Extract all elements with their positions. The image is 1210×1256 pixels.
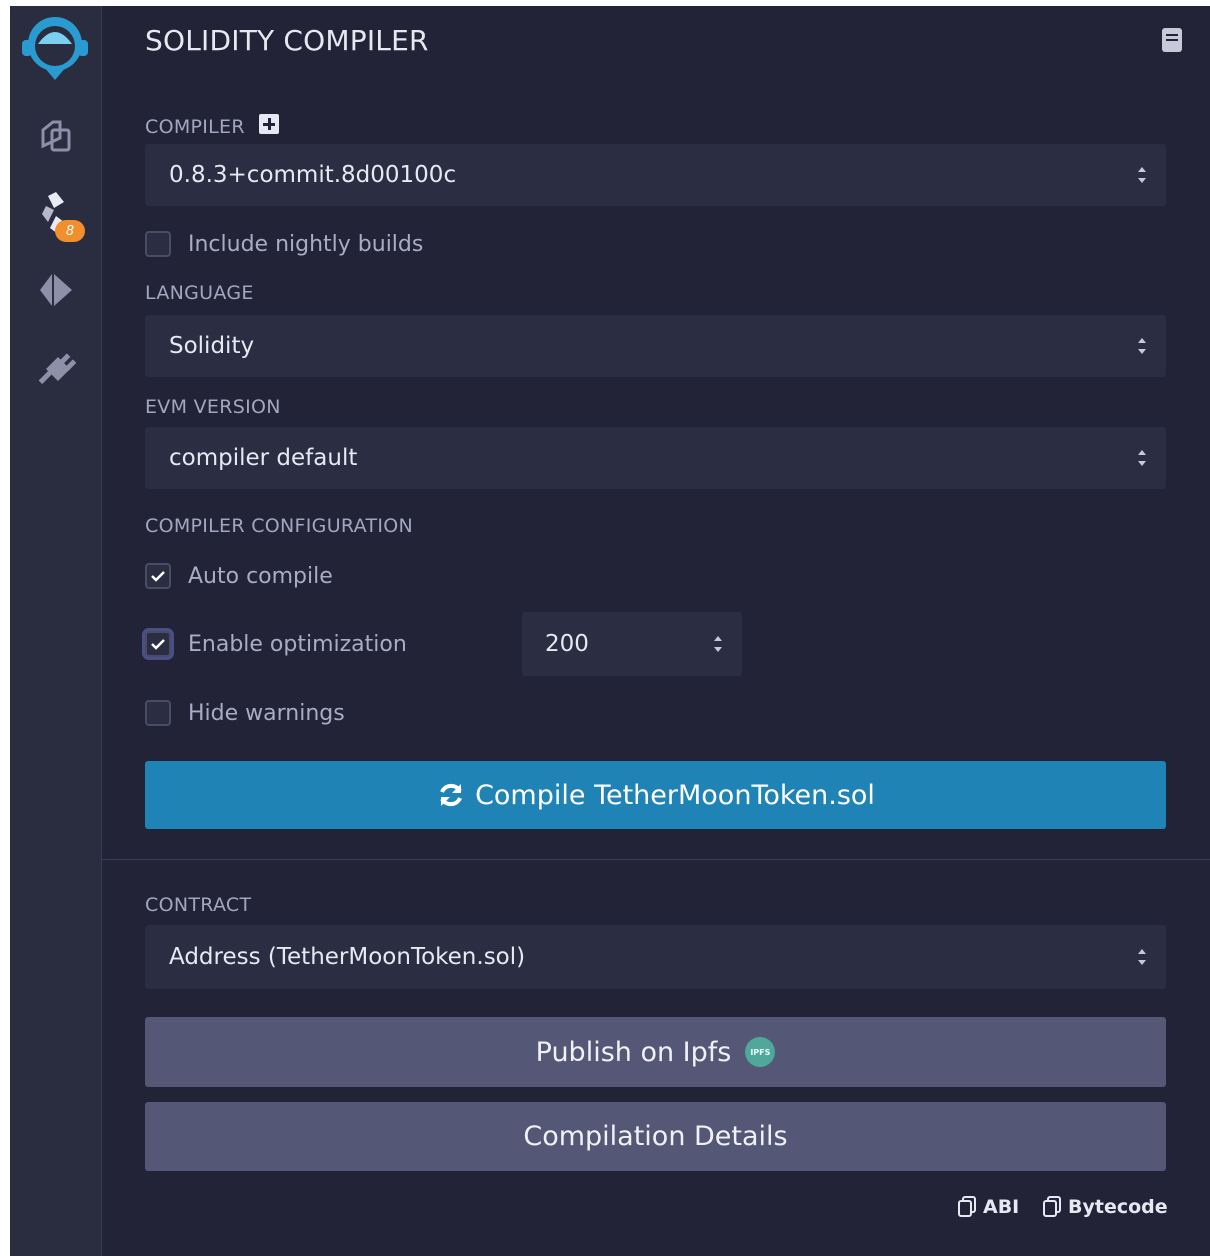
language-label: LANGUAGE xyxy=(145,282,254,304)
file-explorer-icon[interactable] xyxy=(32,112,80,160)
number-stepper-icon[interactable] xyxy=(712,633,724,655)
copy-abi-label: ABI xyxy=(983,1196,1020,1218)
add-compiler-icon[interactable] xyxy=(258,114,279,139)
enable-optimization-row: Enable optimization xyxy=(145,631,407,657)
compiler-label: COMPILER xyxy=(145,114,279,139)
remix-window: 8 SOLIDITY COMPILER COMPILER 0.8.3+commi… xyxy=(10,6,1210,1256)
compiler-label-text: COMPILER xyxy=(145,115,245,138)
compiler-badge: 8 xyxy=(55,220,85,242)
contract-value: Address (TetherMoonToken.sol) xyxy=(169,944,526,970)
compiler-version-select[interactable]: 0.8.3+commit.8d00100c xyxy=(145,144,1166,206)
optimization-runs-value: 200 xyxy=(545,631,589,657)
copy-bytecode-label: Bytecode xyxy=(1068,1196,1168,1218)
compiler-version-value: 0.8.3+commit.8d00100c xyxy=(169,162,457,188)
evm-version-value: compiler default xyxy=(169,445,358,471)
evm-version-select[interactable]: compiler default xyxy=(145,427,1166,489)
section-divider xyxy=(102,859,1210,860)
documentation-icon[interactable] xyxy=(1162,28,1182,56)
publish-ipfs-label: Publish on Ipfs xyxy=(535,1036,732,1068)
deploy-run-icon[interactable] xyxy=(34,268,78,312)
hide-warnings-row: Hide warnings xyxy=(145,700,345,726)
nightly-builds-label: Include nightly builds xyxy=(188,231,424,257)
auto-compile-checkbox[interactable] xyxy=(145,563,171,589)
evm-version-label: EVM VERSION xyxy=(145,396,281,418)
refresh-icon xyxy=(440,783,462,807)
nightly-builds-row: Include nightly builds xyxy=(145,231,423,257)
select-arrows-icon xyxy=(1138,450,1146,466)
copy-bytecode-button[interactable]: Bytecode xyxy=(1043,1196,1168,1218)
compile-button-label: Compile TetherMoonToken.sol xyxy=(475,779,875,811)
auto-compile-label: Auto compile xyxy=(188,563,333,589)
language-value: Solidity xyxy=(169,333,255,359)
contract-select[interactable]: Address (TetherMoonToken.sol) xyxy=(145,925,1166,989)
language-select[interactable]: Solidity xyxy=(145,315,1166,377)
compilation-details-button[interactable]: Compilation Details xyxy=(145,1102,1166,1171)
select-arrows-icon xyxy=(1138,167,1146,183)
compiler-configuration-label: COMPILER CONFIGURATION xyxy=(145,515,414,537)
copy-icon xyxy=(958,1196,976,1217)
select-arrows-icon xyxy=(1138,338,1146,354)
optimization-runs-input[interactable]: 200 xyxy=(522,612,742,676)
page-title: SOLIDITY COMPILER xyxy=(145,24,429,57)
plugin-manager-icon[interactable] xyxy=(32,346,80,392)
hide-warnings-checkbox[interactable] xyxy=(145,700,171,726)
compilation-details-label: Compilation Details xyxy=(523,1121,788,1152)
nightly-builds-checkbox[interactable] xyxy=(145,231,171,257)
publish-ipfs-button[interactable]: Publish on Ipfs IPFS xyxy=(145,1017,1166,1087)
copy-abi-button[interactable]: ABI xyxy=(958,1196,1019,1218)
auto-compile-row: Auto compile xyxy=(145,563,333,589)
compiler-panel: SOLIDITY COMPILER COMPILER 0.8.3+commit.… xyxy=(102,6,1210,1256)
icon-sidebar: 8 xyxy=(10,6,102,1256)
contract-label: CONTRACT xyxy=(145,894,252,916)
hide-warnings-label: Hide warnings xyxy=(188,700,345,726)
enable-optimization-label: Enable optimization xyxy=(188,631,407,657)
checkmark-icon xyxy=(151,639,165,650)
ipfs-icon: IPFS xyxy=(745,1037,776,1067)
compile-button[interactable]: Compile TetherMoonToken.sol xyxy=(145,761,1166,829)
checkmark-icon xyxy=(151,571,165,582)
remix-logo-icon[interactable] xyxy=(16,10,94,84)
copy-icon xyxy=(1043,1196,1061,1217)
enable-optimization-checkbox[interactable] xyxy=(145,631,171,657)
select-arrows-icon xyxy=(1138,949,1146,965)
